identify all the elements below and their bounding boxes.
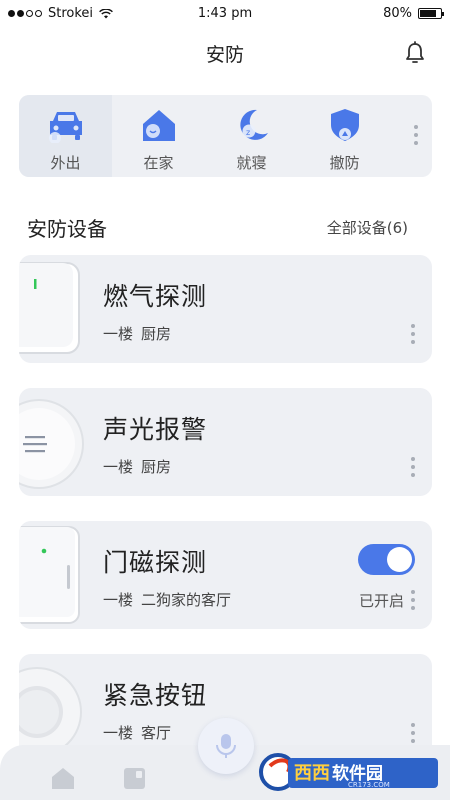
section-title: 安防设备 [27, 217, 107, 241]
battery-icon [418, 8, 444, 19]
svg-text:CR173.COM: CR173.COM [348, 781, 390, 789]
mode-label: 在家 [143, 154, 174, 172]
device-name: 紧急按钮 [103, 681, 208, 710]
device-room: 客厅 [141, 724, 172, 742]
bell-icon[interactable] [402, 40, 428, 66]
moon-icon: z [240, 109, 268, 140]
app-header: 安防 [0, 28, 450, 78]
device-floor: 一楼 [103, 724, 134, 742]
device-floor: 一楼 [103, 458, 134, 476]
more-options-icon[interactable] [411, 457, 415, 477]
device-location: 一楼 厨房 [103, 456, 171, 477]
device-name: 燃气探测 [103, 282, 208, 311]
more-options-icon[interactable] [414, 125, 418, 145]
svg-text:z: z [246, 128, 250, 137]
device-name: 声光报警 [103, 415, 208, 444]
door-sensor-icon [19, 526, 80, 624]
device-toggle[interactable] [358, 544, 415, 575]
mode-label: 就寝 [236, 154, 267, 172]
car-icon [49, 112, 82, 143]
home-icon [143, 110, 175, 141]
toggle-knob [387, 547, 412, 572]
battery-info: 80% [383, 6, 444, 21]
device-floor: 一楼 [103, 591, 134, 609]
device-location: 一楼 厨房 [103, 323, 171, 344]
device-location: 一楼 客厅 [103, 722, 171, 743]
mode-disarm[interactable]: 撤防 [298, 95, 391, 177]
alarm-siren-icon [19, 399, 84, 489]
mode-away[interactable]: 外出 [19, 95, 112, 177]
device-card-gas[interactable]: 燃气探测 一楼 厨房 [19, 255, 432, 363]
device-name: 门磁探测 [103, 548, 208, 577]
mode-selector: 外出 在家 z 就寝 撤防 [19, 95, 432, 177]
gas-detector-icon [19, 262, 80, 354]
device-room: 二狗家的客厅 [141, 591, 232, 609]
home-icon[interactable] [50, 765, 76, 791]
device-location: 一楼 二狗家的客厅 [103, 589, 231, 610]
device-state: 已开启 [358, 592, 404, 610]
page-title: 安防 [205, 44, 244, 66]
device-card-siren[interactable]: 声光报警 一楼 厨房 [19, 388, 432, 496]
device-room: 厨房 [141, 325, 172, 343]
all-devices-link[interactable]: 全部设备(6) [327, 217, 408, 238]
more-options-icon[interactable] [411, 723, 415, 743]
watermark-logo: 西西 软件园 CR173.COM [259, 753, 438, 791]
more-options-icon[interactable] [411, 590, 415, 610]
more-options-icon[interactable] [411, 324, 415, 344]
device-card-door[interactable]: 门磁探测 一楼 二狗家的客厅 已开启 [19, 521, 432, 629]
mode-sleep[interactable]: z 就寝 [205, 95, 298, 177]
svg-text:西西: 西西 [294, 763, 330, 784]
voice-button[interactable] [198, 718, 254, 774]
devices-icon[interactable] [122, 765, 148, 791]
mode-home[interactable]: 在家 [112, 95, 205, 177]
battery-percent: 80% [383, 6, 412, 21]
status-bar: Strokei 1:43 pm 80% [0, 0, 450, 28]
device-room: 厨房 [141, 458, 172, 476]
mode-label: 外出 [50, 154, 81, 172]
mode-label: 撤防 [329, 154, 360, 172]
microphone-icon [216, 734, 236, 758]
shield-icon [331, 109, 359, 141]
device-floor: 一楼 [103, 325, 134, 343]
